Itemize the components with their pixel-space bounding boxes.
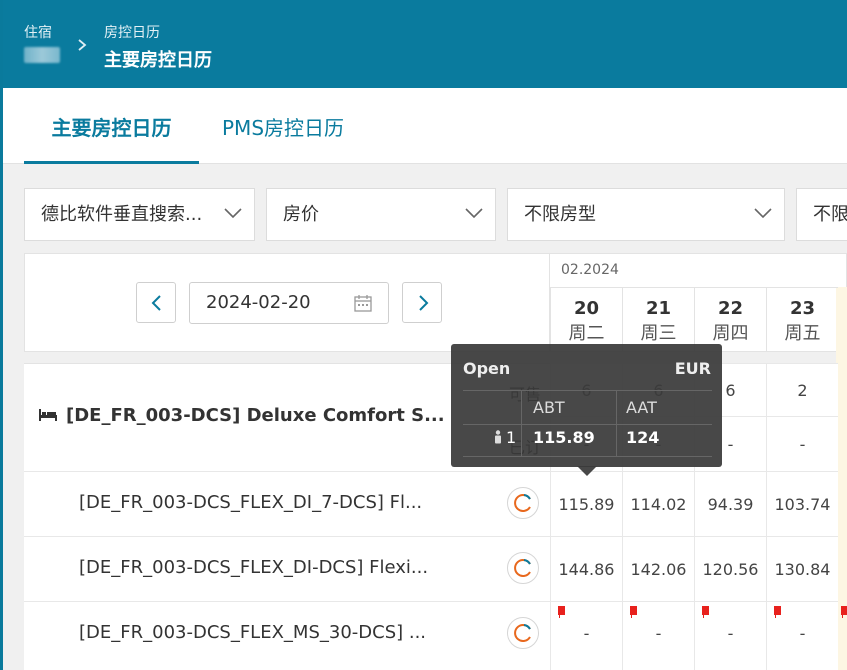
metric-select[interactable]: 房价 — [266, 188, 496, 241]
spinner-status-icon — [514, 494, 531, 512]
spinner-status-icon — [514, 559, 531, 577]
chevron-down-icon — [465, 208, 483, 219]
month-label: 02.2024 — [561, 262, 619, 278]
chevron-left-icon — [151, 295, 161, 311]
price-cell[interactable]: 130.84 — [766, 536, 838, 601]
breadcrumb-section[interactable]: 房控日历 — [104, 22, 160, 42]
rate-plan-name[interactable]: [DE_FR_003-DCS_FLEX_DI_7-DCS] Fl... — [79, 492, 422, 513]
tooltip-divider — [463, 456, 712, 457]
rate-plan-name[interactable]: [DE_FR_003-DCS_FLEX_DI-DCS] Flexi... — [79, 557, 428, 578]
tooltip-occupancy: 1 — [506, 428, 517, 447]
price-tooltip: Open EUR ABT AAT 1 115.89 124 — [451, 344, 722, 467]
price-cell[interactable]: 142.06 — [622, 536, 694, 601]
closed-flag-icon — [841, 606, 847, 618]
breadcrumb-parent[interactable]: 住宿 — [24, 22, 52, 42]
breadcrumb-chevron-icon — [78, 39, 87, 51]
tooltip-divider — [616, 390, 617, 456]
calendar-icon[interactable] — [354, 295, 372, 312]
person-icon — [495, 430, 501, 444]
tooltip-abt-value: 115.89 — [533, 428, 595, 447]
next-date-button[interactable] — [402, 282, 442, 323]
day-weekday: 周五 — [784, 323, 821, 344]
tab-main-calendar[interactable]: 主要房控日历 — [24, 112, 199, 164]
chevron-down-icon — [224, 208, 242, 219]
day-number: 20 — [573, 298, 600, 319]
tooltip-aat-value: 124 — [626, 428, 660, 447]
tooltip-arrow — [577, 466, 597, 476]
closed-flag-icon — [702, 606, 709, 618]
price-cell[interactable]: 103.74 — [766, 471, 838, 536]
closed-flag-icon — [774, 606, 781, 618]
price-cell[interactable]: 114.02 — [622, 471, 694, 536]
rate-plan-name[interactable]: [DE_FR_003-DCS_FLEX_MS_30-DCS] ... — [79, 622, 426, 643]
price-cell[interactable]: 115.89 — [550, 471, 622, 536]
channel-select-value: 德比软件垂直搜索... — [41, 204, 203, 225]
tab-bar: 主要房控日历 PMS房控日历 — [3, 88, 847, 164]
bed-icon — [39, 409, 57, 421]
date-picker-value: 2024-02-20 — [206, 292, 311, 313]
price-cell[interactable]: 94.39 — [694, 471, 766, 536]
extra-select[interactable]: 不限 — [796, 188, 847, 241]
previous-date-button[interactable] — [136, 282, 176, 323]
date-picker-input[interactable]: 2024-02-20 — [189, 282, 389, 324]
price-cell[interactable]: 120.56 — [694, 536, 766, 601]
day-number: 22 — [717, 298, 744, 319]
rate-status-button[interactable] — [507, 617, 539, 649]
rate-status-button[interactable] — [507, 552, 539, 584]
breadcrumb-property-redacted[interactable] — [24, 47, 60, 63]
day-header[interactable]: 22 周四 — [694, 287, 766, 352]
rate-status-button[interactable] — [507, 487, 539, 519]
day-number: 23 — [789, 298, 816, 319]
room-type-select[interactable]: 不限房型 — [507, 188, 785, 241]
day-header[interactable]: 23 周五 — [766, 287, 838, 352]
tooltip-currency: EUR — [674, 359, 711, 378]
price-cell[interactable]: 144.86 — [550, 536, 622, 601]
left-accent-strip — [0, 0, 3, 670]
channel-select[interactable]: 德比软件垂直搜索... — [24, 188, 255, 241]
tooltip-status: Open — [463, 359, 511, 378]
metric-select-value: 房价 — [283, 204, 319, 225]
tooltip-col-aat: AAT — [626, 398, 657, 417]
room-type-select-value: 不限房型 — [524, 204, 596, 225]
closed-flag-icon — [630, 606, 637, 618]
room-name[interactable]: [DE_FR_003-DCS] Deluxe Comfort S... — [66, 405, 445, 426]
closed-flag-icon — [558, 606, 565, 618]
day-number: 21 — [645, 298, 672, 319]
spinner-status-icon — [514, 624, 531, 642]
tooltip-divider — [463, 390, 712, 391]
day-header[interactable]: 20 周二 — [550, 287, 622, 352]
app-header: 住宿 房控日历 主要房控日历 — [0, 0, 847, 88]
day-weekday: 周二 — [568, 323, 605, 344]
availability-cell[interactable]: 2 — [766, 363, 838, 416]
tooltip-col-abt: ABT — [533, 398, 565, 417]
tooltip-divider — [521, 390, 522, 456]
booked-cell[interactable]: - — [766, 416, 838, 471]
extra-select-value: 不限 — [813, 204, 847, 225]
day-header[interactable]: 21 周三 — [622, 287, 694, 352]
day-weekday: 周三 — [640, 323, 677, 344]
page-title: 主要房控日历 — [104, 50, 212, 71]
tooltip-divider — [463, 424, 712, 425]
chevron-down-icon — [754, 208, 772, 219]
chevron-right-icon — [419, 295, 429, 311]
day-weekday: 周四 — [712, 323, 749, 344]
tab-pms-calendar[interactable]: PMS房控日历 — [222, 112, 344, 164]
